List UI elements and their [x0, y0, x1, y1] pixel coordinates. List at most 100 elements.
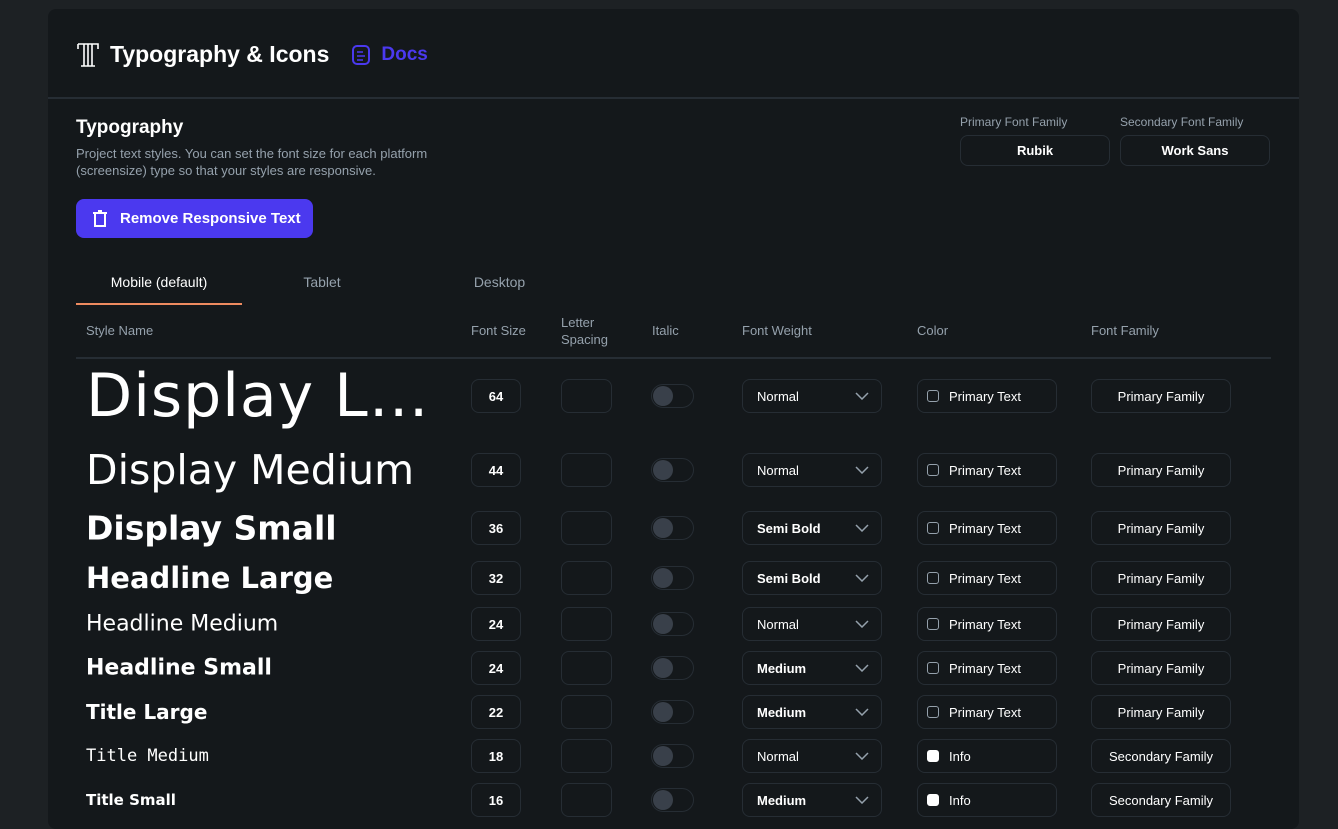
color-swatch — [927, 464, 939, 476]
font-family-select[interactable]: Primary Family — [1091, 607, 1231, 641]
font-size-input[interactable]: 32 — [471, 561, 521, 595]
italic-toggle[interactable] — [651, 744, 694, 768]
table-row: Display Small 36 Semi Bold Primary Text … — [76, 509, 1271, 548]
font-weight-dropdown[interactable]: Normal — [742, 453, 882, 487]
italic-toggle[interactable] — [651, 384, 694, 408]
font-weight-dropdown[interactable]: Medium — [742, 651, 882, 685]
docs-link[interactable]: Docs — [351, 44, 428, 66]
page-title: Typography & Icons — [110, 41, 330, 67]
toggle-knob — [653, 460, 673, 480]
remove-button-label: Remove Responsive Text — [120, 210, 301, 227]
font-weight-value: Medium — [757, 792, 807, 808]
style-name: Display Large — [86, 361, 456, 431]
font-family-select[interactable]: Primary Family — [1091, 695, 1231, 729]
color-swatch — [927, 794, 939, 806]
tab-mobile[interactable]: Mobile (default) — [76, 271, 242, 305]
font-weight-value: Normal — [757, 388, 799, 404]
font-weight-dropdown[interactable]: Normal — [742, 739, 882, 773]
toggle-knob — [653, 790, 673, 810]
section-title: Typography — [76, 117, 184, 138]
font-size-input[interactable]: 16 — [471, 783, 521, 817]
color-picker[interactable]: Primary Text — [917, 511, 1057, 545]
font-family-select[interactable]: Secondary Family — [1091, 783, 1231, 817]
color-picker[interactable]: Primary Text — [917, 379, 1057, 413]
font-weight-dropdown[interactable]: Normal — [742, 607, 882, 641]
color-swatch — [927, 706, 939, 718]
letter-spacing-input[interactable] — [561, 783, 612, 817]
color-value: Primary Text — [949, 388, 1021, 404]
font-weight-dropdown[interactable]: Semi Bold — [742, 561, 882, 595]
italic-toggle[interactable] — [651, 656, 694, 680]
letter-spacing-input[interactable] — [561, 511, 612, 545]
platform-tabs: Mobile (default) Tablet Desktop — [76, 271, 597, 305]
italic-toggle[interactable] — [651, 788, 694, 812]
letter-spacing-input[interactable] — [561, 561, 612, 595]
primary-font-select[interactable]: Rubik — [960, 135, 1110, 166]
toggle-knob — [653, 568, 673, 588]
italic-toggle[interactable] — [651, 612, 694, 636]
font-size-input[interactable]: 24 — [471, 651, 521, 685]
table-header: Style Name Font Size Letter Spacing Ital… — [76, 309, 1271, 359]
italic-toggle[interactable] — [651, 700, 694, 724]
font-size-input[interactable]: 36 — [471, 511, 521, 545]
primary-font-label: Primary Font Family — [960, 115, 1068, 129]
color-picker[interactable]: Primary Text — [917, 607, 1057, 641]
typography-panel: Typography & Icons Docs Typography Proje… — [48, 9, 1299, 829]
letter-spacing-input[interactable] — [561, 651, 612, 685]
font-weight-dropdown[interactable]: Medium — [742, 783, 882, 817]
font-size-input[interactable]: 22 — [471, 695, 521, 729]
table-row: Display Large 64 Normal Primary Text Pri… — [76, 361, 1271, 431]
color-swatch — [927, 522, 939, 534]
chevron-down-icon — [855, 708, 869, 716]
table-row: Headline Large 32 Semi Bold Primary Text… — [76, 561, 1271, 595]
col-italic: Italic — [652, 323, 679, 338]
chevron-down-icon — [855, 574, 869, 582]
remove-responsive-text-button[interactable]: Remove Responsive Text — [76, 199, 313, 238]
font-family-select[interactable]: Primary Family — [1091, 453, 1231, 487]
col-font-family: Font Family — [1091, 323, 1159, 338]
secondary-font-select[interactable]: Work Sans — [1120, 135, 1270, 166]
font-family-select[interactable]: Primary Family — [1091, 511, 1231, 545]
font-size-input[interactable]: 24 — [471, 607, 521, 641]
color-picker[interactable]: Info — [917, 739, 1057, 773]
document-icon — [352, 44, 371, 65]
letter-spacing-input[interactable] — [561, 739, 612, 773]
font-family-select[interactable]: Primary Family — [1091, 651, 1231, 685]
italic-toggle[interactable] — [651, 458, 694, 482]
color-swatch — [927, 750, 939, 762]
italic-toggle[interactable] — [651, 516, 694, 540]
color-picker[interactable]: Primary Text — [917, 695, 1057, 729]
font-weight-dropdown[interactable]: Medium — [742, 695, 882, 729]
style-name: Headline Medium — [86, 611, 279, 637]
font-size-input[interactable]: 64 — [471, 379, 521, 413]
color-swatch — [927, 572, 939, 584]
font-weight-value: Medium — [757, 660, 807, 676]
header: Typography & Icons Docs — [76, 41, 428, 68]
color-picker[interactable]: Primary Text — [917, 453, 1057, 487]
letter-spacing-input[interactable] — [561, 695, 612, 729]
color-picker[interactable]: Info — [917, 783, 1057, 817]
font-weight-dropdown[interactable]: Normal — [742, 379, 882, 413]
font-weight-value: Normal — [757, 462, 799, 478]
font-family-select[interactable]: Primary Family — [1091, 379, 1231, 413]
color-value: Primary Text — [949, 520, 1021, 536]
color-picker[interactable]: Primary Text — [917, 651, 1057, 685]
italic-toggle[interactable] — [651, 566, 694, 590]
table-row: Headline Medium 24 Normal Primary Text P… — [76, 607, 1271, 641]
font-family-select[interactable]: Secondary Family — [1091, 739, 1231, 773]
font-size-input[interactable]: 18 — [471, 739, 521, 773]
style-name: Headline Small — [86, 655, 272, 681]
color-picker[interactable]: Primary Text — [917, 561, 1057, 595]
font-size-input[interactable]: 44 — [471, 453, 521, 487]
tab-tablet[interactable]: Tablet — [242, 271, 402, 305]
col-style-name: Style Name — [86, 323, 154, 338]
font-family-select[interactable]: Primary Family — [1091, 561, 1231, 595]
toggle-knob — [653, 702, 673, 722]
font-weight-dropdown[interactable]: Semi Bold — [742, 511, 882, 545]
tab-desktop[interactable]: Desktop — [402, 271, 597, 305]
letter-spacing-input[interactable] — [561, 379, 612, 413]
color-value: Primary Text — [949, 616, 1021, 632]
letter-spacing-input[interactable] — [561, 607, 612, 641]
col-letter-spacing: Letter Spacing — [561, 315, 608, 347]
letter-spacing-input[interactable] — [561, 453, 612, 487]
